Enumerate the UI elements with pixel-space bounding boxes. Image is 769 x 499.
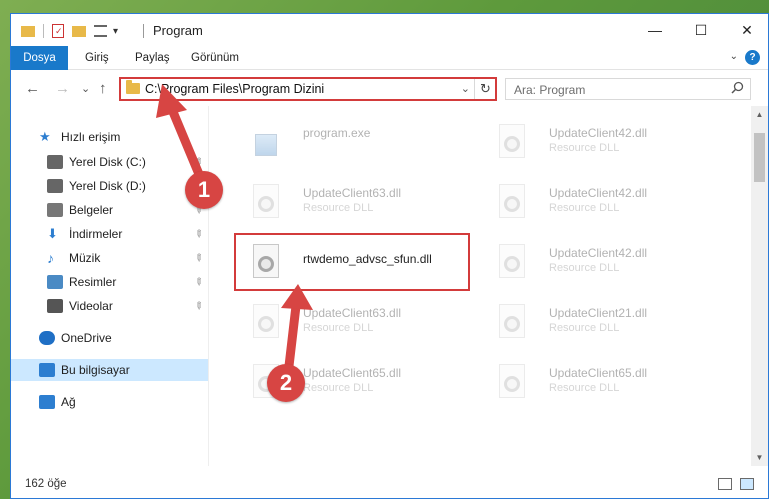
arrow-to-address <box>166 102 206 184</box>
arrow-head-file <box>281 284 313 310</box>
arrow-head-address <box>156 84 187 118</box>
explorer-window: ✓ ▾ Program — ☐ ✕ Dosya Giriş Paylaş Gör… <box>10 13 769 499</box>
arrow-to-file <box>284 301 301 371</box>
annotation-arrows <box>156 84 313 371</box>
step-1-badge: 1 <box>185 171 223 209</box>
step-2-badge: 2 <box>267 364 305 402</box>
